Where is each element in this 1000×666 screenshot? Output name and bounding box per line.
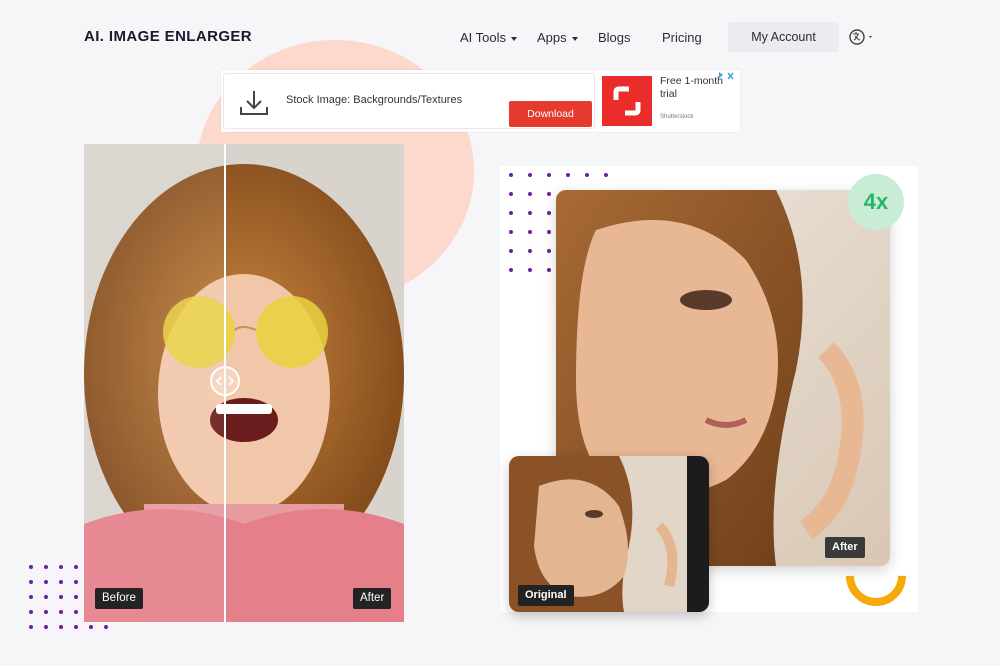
page: AI. IMAGE ENLARGER AI Tools Apps Blogs P… — [0, 0, 1000, 666]
decorative-dots-left — [29, 565, 111, 639]
nav-item-label: AI Tools — [460, 30, 507, 45]
language-selector[interactable] — [848, 28, 876, 46]
original-label: Original — [518, 585, 574, 606]
ad-text: Stock Image: Backgrounds/Textures — [286, 94, 463, 106]
nav-item-pricing[interactable]: Pricing — [662, 30, 702, 45]
woman-yellow-glasses-photo — [84, 144, 404, 622]
nav-item-label: Pricing — [662, 30, 702, 45]
nav-item-ai-tools[interactable]: AI Tools — [460, 30, 518, 45]
my-account-button[interactable]: My Account — [728, 22, 839, 52]
before-after-comparison[interactable]: Before After — [84, 144, 404, 622]
shutterstock-logo — [602, 76, 652, 126]
ad-download-button[interactable]: Download — [509, 101, 592, 127]
ad-brand-text: Shutterstock — [660, 114, 694, 120]
ad-card[interactable]: Stock Image: Backgrounds/Textures Downlo… — [223, 73, 595, 129]
download-icon — [240, 91, 268, 115]
caret-down-icon — [511, 36, 518, 41]
ad-banner[interactable]: Stock Image: Backgrounds/Textures Downlo… — [221, 70, 740, 132]
nav-item-label: Blogs — [598, 30, 631, 45]
nav-item-blogs[interactable]: Blogs — [598, 30, 631, 45]
caret-down-icon — [571, 36, 578, 41]
translate-icon — [849, 29, 872, 45]
drag-arrows-icon — [215, 376, 235, 386]
upscale-4x-badge: 4x — [848, 174, 904, 230]
compare-slider-handle[interactable] — [210, 366, 240, 396]
nav-item-label: Apps — [537, 30, 567, 45]
ad-choices-icon[interactable] — [718, 71, 734, 81]
after-label: After — [825, 537, 865, 558]
after-label: After — [353, 588, 392, 609]
nav-item-apps[interactable]: Apps — [537, 30, 578, 45]
